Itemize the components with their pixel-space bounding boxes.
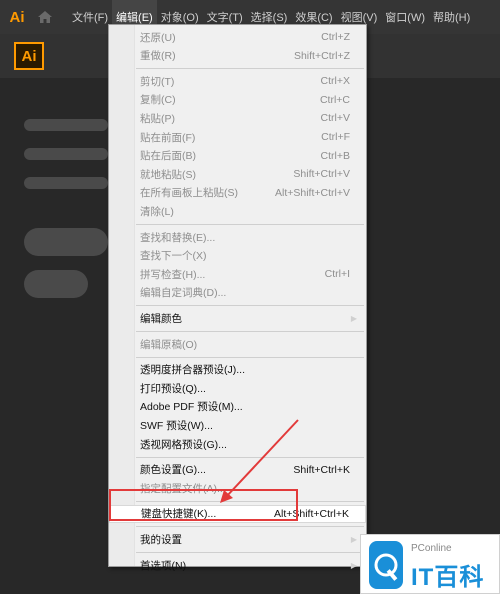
menu-item-label: 在所有画板上粘贴(S) (140, 187, 238, 200)
menu-item-label: 我的设置 (140, 533, 182, 546)
app-header-band-right (367, 34, 500, 78)
menu-item[interactable]: 清除(L) (109, 202, 366, 220)
menu-item[interactable]: 重做(R) Shift+Ctrl+Z (109, 47, 366, 65)
menu-item[interactable]: 复制(C) Ctrl+C (109, 91, 366, 109)
watermark-subtitle: PConline (411, 543, 452, 554)
menu-item-label: 查找和替换(E)... (140, 231, 216, 244)
menu-item-shortcut: Alt+Shift+Ctrl+K (274, 507, 349, 520)
menu-separator (136, 224, 364, 225)
menu-item-label: 打印预设(Q)... (140, 382, 206, 395)
menu-item-shortcut: Ctrl+X (320, 75, 350, 88)
menu-item-label: 指定配置文件(A)... (140, 482, 226, 495)
menu-item-label: 编辑自定词典(D)... (140, 287, 227, 300)
menu-item[interactable]: Adobe PDF 预设(M)... (109, 398, 366, 416)
menu-item-label: 就地粘贴(S) (140, 168, 196, 181)
menu-item-shortcut: Ctrl+F (321, 131, 350, 143)
menu-separator (136, 552, 364, 553)
menu-item-label: SWF 预设(W)... (140, 419, 213, 432)
menu-item[interactable]: SWF 预设(W)... (109, 416, 366, 434)
menu-item[interactable]: 首选项(N) ▶ (109, 556, 366, 574)
menu-item[interactable]: 查找下一个(X) (109, 247, 366, 265)
watermark: PConline IT百科 (360, 534, 500, 594)
menu-item-shortcut: Ctrl+C (319, 93, 350, 106)
menu-item-label: 粘贴(P) (140, 112, 175, 125)
menubar-item[interactable]: 帮助(H) (429, 0, 474, 34)
menu-item-label: 查找下一个(X) (140, 250, 207, 263)
submenu-arrow-icon: ▶ (350, 534, 357, 544)
menu-item-label: 清除(L) (140, 205, 174, 218)
placeholder-line (24, 177, 108, 189)
menu-item[interactable]: 指定配置文件(A)... (109, 479, 366, 497)
menu-item-shortcut: Shift+Ctrl+Z (293, 49, 350, 62)
menu-item-label: 还原(U) (140, 31, 176, 44)
submenu-arrow-icon: ▶ (350, 560, 357, 570)
menu-item-label: 复制(C) (140, 94, 176, 107)
menu-item[interactable]: 查找和替换(E)... (109, 228, 366, 246)
placeholder-button (24, 228, 108, 256)
home-icon[interactable] (30, 0, 60, 34)
menu-item[interactable]: 贴在前面(F) Ctrl+F (109, 128, 366, 146)
submenu-arrow-icon: ▶ (350, 313, 357, 323)
menu-item-label: 重做(R) (140, 50, 176, 63)
menu-item-shortcut: Ctrl+V (320, 112, 350, 125)
menu-item-label: 拼写检查(H)... (140, 268, 206, 281)
menu-item[interactable]: 粘贴(P) Ctrl+V (109, 109, 366, 127)
menu-item[interactable]: 拼写检查(H)... Ctrl+I (109, 265, 366, 283)
menu-item-label: 编辑颜色 (140, 312, 182, 325)
menu-item[interactable]: 键盘快捷键(K)... Alt+Shift+Ctrl+K (109, 504, 366, 523)
menu-item-label: 编辑原稿(O) (140, 338, 198, 351)
menu-item[interactable]: 打印预设(Q)... (109, 379, 366, 397)
menu-item[interactable]: 贴在后面(B) Ctrl+B (109, 147, 366, 165)
menu-item-label: 贴在后面(B) (140, 150, 196, 163)
menu-item[interactable]: 颜色设置(G)... Shift+Ctrl+K (109, 461, 366, 479)
menu-item-label: 贴在前面(F) (140, 131, 196, 144)
menu-item-label: 透视网格预设(G)... (140, 438, 227, 451)
menu-separator (136, 68, 364, 70)
menu-item[interactable]: 还原(U) Ctrl+Z (109, 28, 366, 46)
menu-item[interactable]: 透明度拼合器预设(J)... (109, 361, 366, 379)
menu-item[interactable]: 编辑颜色 ▶ (109, 309, 366, 327)
app-logo-icon: Ai (9, 8, 25, 26)
edit-menu-dropdown: 还原(U) Ctrl+Z 重做(R) Shift+Ctrl+Z 剪切(T) Ctrl+X 复… (108, 24, 367, 572)
menu-item-shortcut: Ctrl+B (320, 149, 350, 162)
placeholder-line (24, 119, 108, 131)
menu-item-shortcut: Shift+Ctrl+V (293, 168, 350, 181)
placeholder-line (24, 148, 108, 160)
menu-separator (136, 456, 364, 458)
menu-item[interactable]: 就地粘贴(S) Shift+Ctrl+V (109, 165, 366, 183)
menu-item-label: 键盘快捷键(K)... (141, 508, 217, 521)
menu-separator (136, 526, 364, 528)
menu-item-label: 剪切(T) (140, 75, 175, 88)
menubar-item[interactable]: 窗口(W) (381, 0, 429, 34)
menu-separator (136, 356, 364, 358)
menu-item[interactable]: 在所有画板上粘贴(S) Alt+Shift+Ctrl+V (109, 184, 366, 202)
menu-separator (136, 500, 364, 502)
pconline-logo-icon (369, 541, 403, 589)
menu-item-label: Adobe PDF 预设(M)... (140, 401, 243, 414)
menu-item[interactable]: 剪切(T) Ctrl+X (109, 72, 366, 90)
menu-item-label: 颜色设置(G)... (140, 464, 206, 477)
menu-item-label: 透明度拼合器预设(J)... (140, 364, 245, 377)
menu-separator (136, 331, 364, 332)
menu-item-shortcut: Ctrl+Z (321, 31, 350, 43)
menu-item[interactable]: 我的设置 ▶ (109, 530, 366, 548)
watermark-title: IT百科 (411, 564, 485, 591)
menu-item-shortcut: Ctrl+I (324, 268, 350, 281)
illustrator-logo: Ai (14, 42, 44, 70)
menu-item-shortcut: Shift+Ctrl+K (293, 463, 350, 476)
menu-item-label: 首选项(N) (140, 559, 187, 572)
menu-item-shortcut: Alt+Shift+Ctrl+V (275, 186, 350, 199)
menu-item[interactable]: 编辑自定词典(D)... (109, 284, 366, 302)
placeholder-button (24, 270, 88, 298)
menu-separator (136, 305, 364, 307)
menu-item[interactable]: 编辑原稿(O) (109, 335, 366, 353)
menubar-item[interactable]: 文件(F) (68, 0, 112, 34)
menu-item[interactable]: 透视网格预设(G)... (109, 435, 366, 453)
